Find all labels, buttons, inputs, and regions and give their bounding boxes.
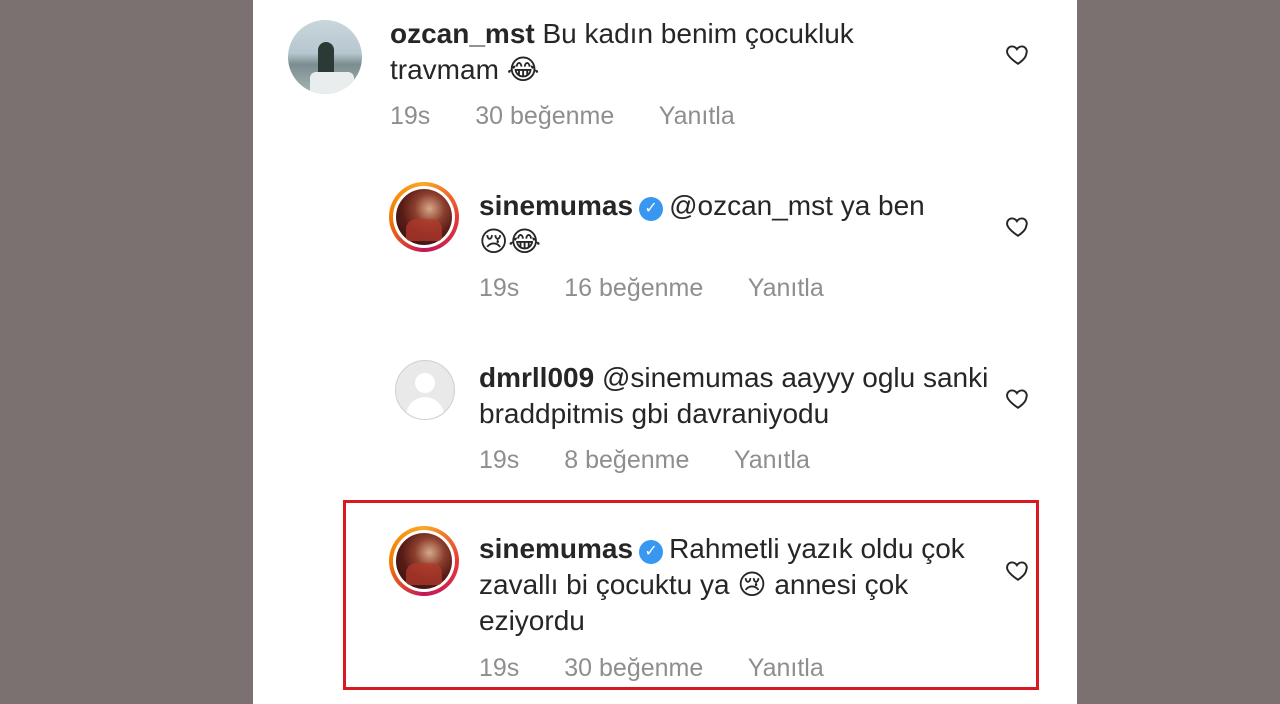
avatar[interactable] xyxy=(395,360,455,420)
comment-likes[interactable]: 16 beğenme xyxy=(564,274,703,302)
avatar-photo xyxy=(396,533,452,589)
avatar-figure xyxy=(318,42,334,76)
default-avatar-head xyxy=(415,373,435,393)
comment-username[interactable]: sinemumas xyxy=(479,190,633,221)
avatar[interactable] xyxy=(288,20,362,94)
comment-mention[interactable]: @sinemumas xyxy=(602,362,774,393)
comment-time: 19s xyxy=(479,446,520,474)
comment-text: sinemumas ✓ @ozcan_mst ya ben 😢😂 xyxy=(479,188,999,260)
comment-time: 19s xyxy=(479,274,520,302)
heart-outline-icon[interactable] xyxy=(1005,213,1031,239)
heart-outline-icon[interactable] xyxy=(1005,385,1031,411)
comment-meta: 19s 30 beğenme Yanıtla xyxy=(479,654,862,683)
comment-likes[interactable]: 8 beğenme xyxy=(564,446,689,474)
reply-button[interactable]: Yanıtla xyxy=(734,446,810,474)
comment-text: ozcan_mst Bu kadın benim çocukluk travma… xyxy=(390,16,910,88)
heart-outline-icon[interactable] xyxy=(1005,557,1031,583)
comment-meta: 19s 16 beğenme Yanıtla xyxy=(479,274,862,303)
avatar-ring-gap xyxy=(393,186,455,248)
reply-button[interactable]: Yanıtla xyxy=(748,274,824,302)
comment-meta: 19s 30 beğenme Yanıtla xyxy=(390,102,773,131)
comment-body: ya ben xyxy=(840,190,925,221)
comment-username[interactable]: sinemumas xyxy=(479,533,633,564)
reply-button[interactable]: Yanıtla xyxy=(659,102,735,130)
reply-button[interactable]: Yanıtla xyxy=(748,654,824,682)
avatar-photo xyxy=(396,189,452,245)
comment-username[interactable]: ozcan_mst xyxy=(390,18,535,49)
avatar-rock xyxy=(310,72,354,94)
heart-outline-icon[interactable] xyxy=(1005,41,1031,67)
default-avatar-body xyxy=(406,397,444,419)
comment-text: sinemumas ✓ Rahmetli yazık oldu çok zavall… xyxy=(479,531,979,639)
comment-likes[interactable]: 30 beğenme xyxy=(475,102,614,130)
avatar-ring-gap xyxy=(393,530,455,592)
verified-badge-icon: ✓ xyxy=(639,540,664,564)
comment-emoji: 😢 xyxy=(737,568,767,601)
avatar[interactable] xyxy=(389,182,459,252)
comment-time: 19s xyxy=(479,654,520,682)
comment-time: 19s xyxy=(390,102,431,130)
comment-mention[interactable]: @ozcan_mst xyxy=(669,190,833,221)
comment-emoji: 😂 xyxy=(506,53,540,86)
comment-likes[interactable]: 30 beğenme xyxy=(564,654,703,682)
avatar[interactable] xyxy=(389,526,459,596)
verified-badge-icon: ✓ xyxy=(639,197,664,221)
comment-emoji: 😢😂 xyxy=(479,225,541,258)
comment-meta: 19s 8 beğenme Yanıtla xyxy=(479,446,848,475)
comment-username[interactable]: dmrll009 xyxy=(479,362,594,393)
comment-text: dmrll009 @sinemumas aayyy oglu sanki bra… xyxy=(479,360,999,432)
